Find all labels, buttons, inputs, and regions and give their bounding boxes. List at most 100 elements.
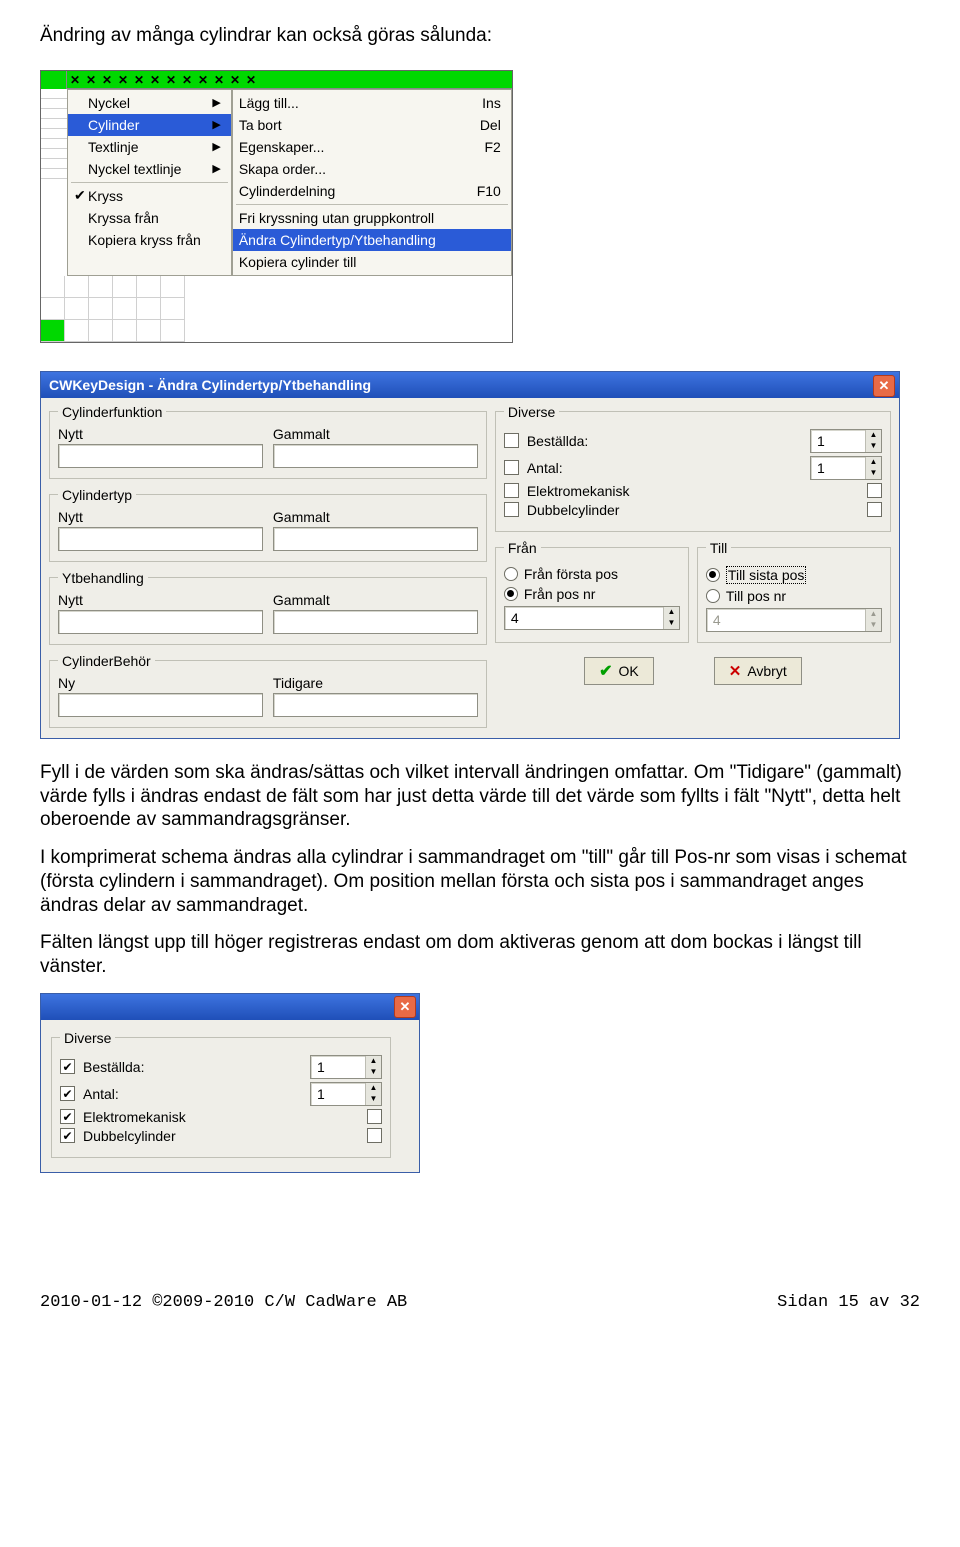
label-ny: Ny — [58, 675, 263, 691]
group-till: Till Till sista pos Till pos nr 4▲▼ — [697, 540, 891, 643]
ctx-item-textlinje[interactable]: Textlinje▶ — [68, 136, 231, 158]
group-diverse-2: Diverse ✔ Beställda: 1▲▼ ✔ Antal: 1▲▼ ✔ … — [51, 1030, 391, 1158]
close-icon: ✕ — [729, 662, 742, 680]
ctx-item-nyckel-textlinje[interactable]: Nyckel textlinje▶ — [68, 158, 231, 180]
input-cylfunk-nytt[interactable] — [58, 444, 263, 468]
intro-heading: Ändring av många cylindrar kan också gör… — [40, 24, 920, 48]
check-dubbel-enable-2[interactable]: ✔ — [60, 1128, 75, 1143]
context-menu-screenshot: ✕✕✕ ✕✕✕ ✕✕✕ ✕✕✕ Nyckel▶ Cylinder▶ Textli… — [40, 70, 513, 343]
label-tidigare: Tidigare — [273, 675, 478, 691]
legend-fran: Från — [504, 540, 541, 556]
check-elektro-enable-2[interactable]: ✔ — [60, 1109, 75, 1124]
label-till-posnr: Till pos nr — [726, 588, 786, 604]
label-antal-2: Antal: — [83, 1086, 302, 1102]
group-cylindertyp: Cylindertyp Nytt Gammalt — [49, 487, 487, 562]
ctx-item-ta-bort[interactable]: Ta bortDel — [233, 114, 511, 136]
group-cylinderfunktion: Cylinderfunktion Nytt Gammalt — [49, 404, 487, 479]
label-nytt: Nytt — [58, 426, 263, 442]
spin-antal-2[interactable]: 1▲▼ — [310, 1082, 382, 1106]
label-dubbel-2: Dubbelcylinder — [83, 1128, 359, 1144]
ctx-item-kryss[interactable]: ✔Kryss — [68, 185, 231, 207]
label-till-sista: Till sista pos — [726, 566, 807, 584]
cancel-button[interactable]: ✕Avbryt — [714, 657, 802, 685]
group-fran: Från Från första pos Från pos nr 4▲▼ — [495, 540, 689, 643]
ctx-item-cylinderdelning[interactable]: CylinderdelningF10 — [233, 180, 511, 202]
label-gammalt: Gammalt — [273, 426, 478, 442]
radio-till-posnr[interactable] — [706, 589, 720, 603]
context-menu-col2: Lägg till...Ins Ta bortDel Egenskaper...… — [232, 89, 512, 276]
label-antal: Antal: — [527, 460, 802, 476]
label-nytt-2: Nytt — [58, 509, 263, 525]
input-cylfunk-gammalt[interactable] — [273, 444, 478, 468]
dialog-diverse-small: ✕ Diverse ✔ Beställda: 1▲▼ ✔ Antal: 1▲▼ … — [40, 993, 420, 1173]
ctx-item-kryssa-fran[interactable]: Kryssa från — [68, 207, 231, 229]
ctx-item-skapa-order[interactable]: Skapa order... — [233, 158, 511, 180]
dialog-andra-cylindertyp: CWKeyDesign - Ändra Cylindertyp/Ytbehand… — [40, 371, 900, 739]
input-cyltyp-gammalt[interactable] — [273, 527, 478, 551]
label-dubbel: Dubbelcylinder — [527, 502, 859, 518]
check-icon: ✔ — [599, 661, 612, 681]
check-antal[interactable] — [504, 460, 519, 475]
ctx-item-cylinder[interactable]: Cylinder▶ — [68, 114, 231, 136]
paragraph-fill: Fyll i de värden som ska ändras/sättas o… — [40, 761, 920, 832]
group-ytbehandling: Ytbehandling Nytt Gammalt — [49, 570, 487, 645]
legend-diverse-2: Diverse — [60, 1030, 115, 1046]
legend-cylinderbehor: CylinderBehör — [58, 653, 155, 669]
check-elektro-enable[interactable] — [504, 483, 519, 498]
close-icon[interactable]: ✕ — [873, 375, 895, 397]
input-yt-gammalt[interactable] — [273, 610, 478, 634]
legend-cylinderfunktion: Cylinderfunktion — [58, 404, 166, 420]
check-dubbel-enable[interactable] — [504, 502, 519, 517]
legend-ytbehandling: Ytbehandling — [58, 570, 148, 586]
spin-till-posnr[interactable]: 4▲▼ — [706, 608, 882, 632]
label-bestallda-2: Beställda: — [83, 1059, 302, 1075]
spin-fran-posnr[interactable]: 4▲▼ — [504, 606, 680, 630]
dialog2-title-bar: ✕ — [41, 994, 419, 1020]
ctx-item-andra-cylindertyp[interactable]: Ändra Cylindertyp/Ytbehandling — [233, 229, 511, 251]
dialog-title-bar: CWKeyDesign - Ändra Cylindertyp/Ytbehand… — [41, 372, 899, 398]
legend-diverse: Diverse — [504, 404, 559, 420]
input-behor-ny[interactable] — [58, 693, 263, 717]
radio-fran-forsta[interactable] — [504, 567, 518, 581]
input-yt-nytt[interactable] — [58, 610, 263, 634]
spin-bestallda-2[interactable]: 1▲▼ — [310, 1055, 382, 1079]
ctx-item-lagg-till[interactable]: Lägg till...Ins — [233, 92, 511, 114]
check-dubbel-value[interactable] — [867, 502, 882, 517]
radio-fran-posnr[interactable] — [504, 587, 518, 601]
legend-cylindertyp: Cylindertyp — [58, 487, 136, 503]
group-cylinderbehor: CylinderBehör Ny Tidigare — [49, 653, 487, 728]
check-bestallda[interactable] — [504, 433, 519, 448]
ctx-item-egenskaper[interactable]: Egenskaper...F2 — [233, 136, 511, 158]
check-elektro-value[interactable] — [867, 483, 882, 498]
paragraph-falten: Fälten längst upp till höger registreras… — [40, 931, 920, 979]
spin-antal[interactable]: 1▲▼ — [810, 456, 882, 480]
label-nytt-3: Nytt — [58, 592, 263, 608]
label-bestallda: Beställda: — [527, 433, 802, 449]
close-icon[interactable]: ✕ — [394, 996, 416, 1018]
radio-till-sista[interactable] — [706, 568, 720, 582]
footer-left: 2010-01-12 ©2009-2010 C/W CadWare AB — [40, 1293, 407, 1312]
check-elektro-value-2[interactable] — [367, 1109, 382, 1124]
check-dubbel-value-2[interactable] — [367, 1128, 382, 1143]
label-elektro: Elektromekanisk — [527, 483, 859, 499]
ctx-item-kopiera-cylinder-till[interactable]: Kopiera cylinder till — [233, 251, 511, 273]
input-cyltyp-nytt[interactable] — [58, 527, 263, 551]
spin-bestallda[interactable]: 1▲▼ — [810, 429, 882, 453]
ctx-item-nyckel[interactable]: Nyckel▶ — [68, 92, 231, 114]
label-fran-forsta: Från första pos — [524, 566, 618, 582]
check-antal-2[interactable]: ✔ — [60, 1086, 75, 1101]
ctx-item-fri-kryssning[interactable]: Fri kryssning utan gruppkontroll — [233, 207, 511, 229]
label-fran-posnr: Från pos nr — [524, 586, 596, 602]
label-elektro-2: Elektromekanisk — [83, 1109, 359, 1125]
legend-till: Till — [706, 540, 731, 556]
paragraph-komprimerat: I komprimerat schema ändras alla cylindr… — [40, 846, 920, 917]
footer-right: Sidan 15 av 32 — [777, 1293, 920, 1312]
dialog-title: CWKeyDesign - Ändra Cylindertyp/Ytbehand… — [49, 377, 371, 393]
label-gammalt-2: Gammalt — [273, 509, 478, 525]
ctx-item-kopiera-kryss-fran[interactable]: Kopiera kryss från — [68, 229, 231, 251]
check-bestallda-2[interactable]: ✔ — [60, 1059, 75, 1074]
group-diverse: Diverse Beställda: 1▲▼ Antal: 1▲▼ Elektr… — [495, 404, 891, 532]
ok-button[interactable]: ✔OK — [584, 657, 654, 685]
input-behor-tidigare[interactable] — [273, 693, 478, 717]
label-gammalt-3: Gammalt — [273, 592, 478, 608]
